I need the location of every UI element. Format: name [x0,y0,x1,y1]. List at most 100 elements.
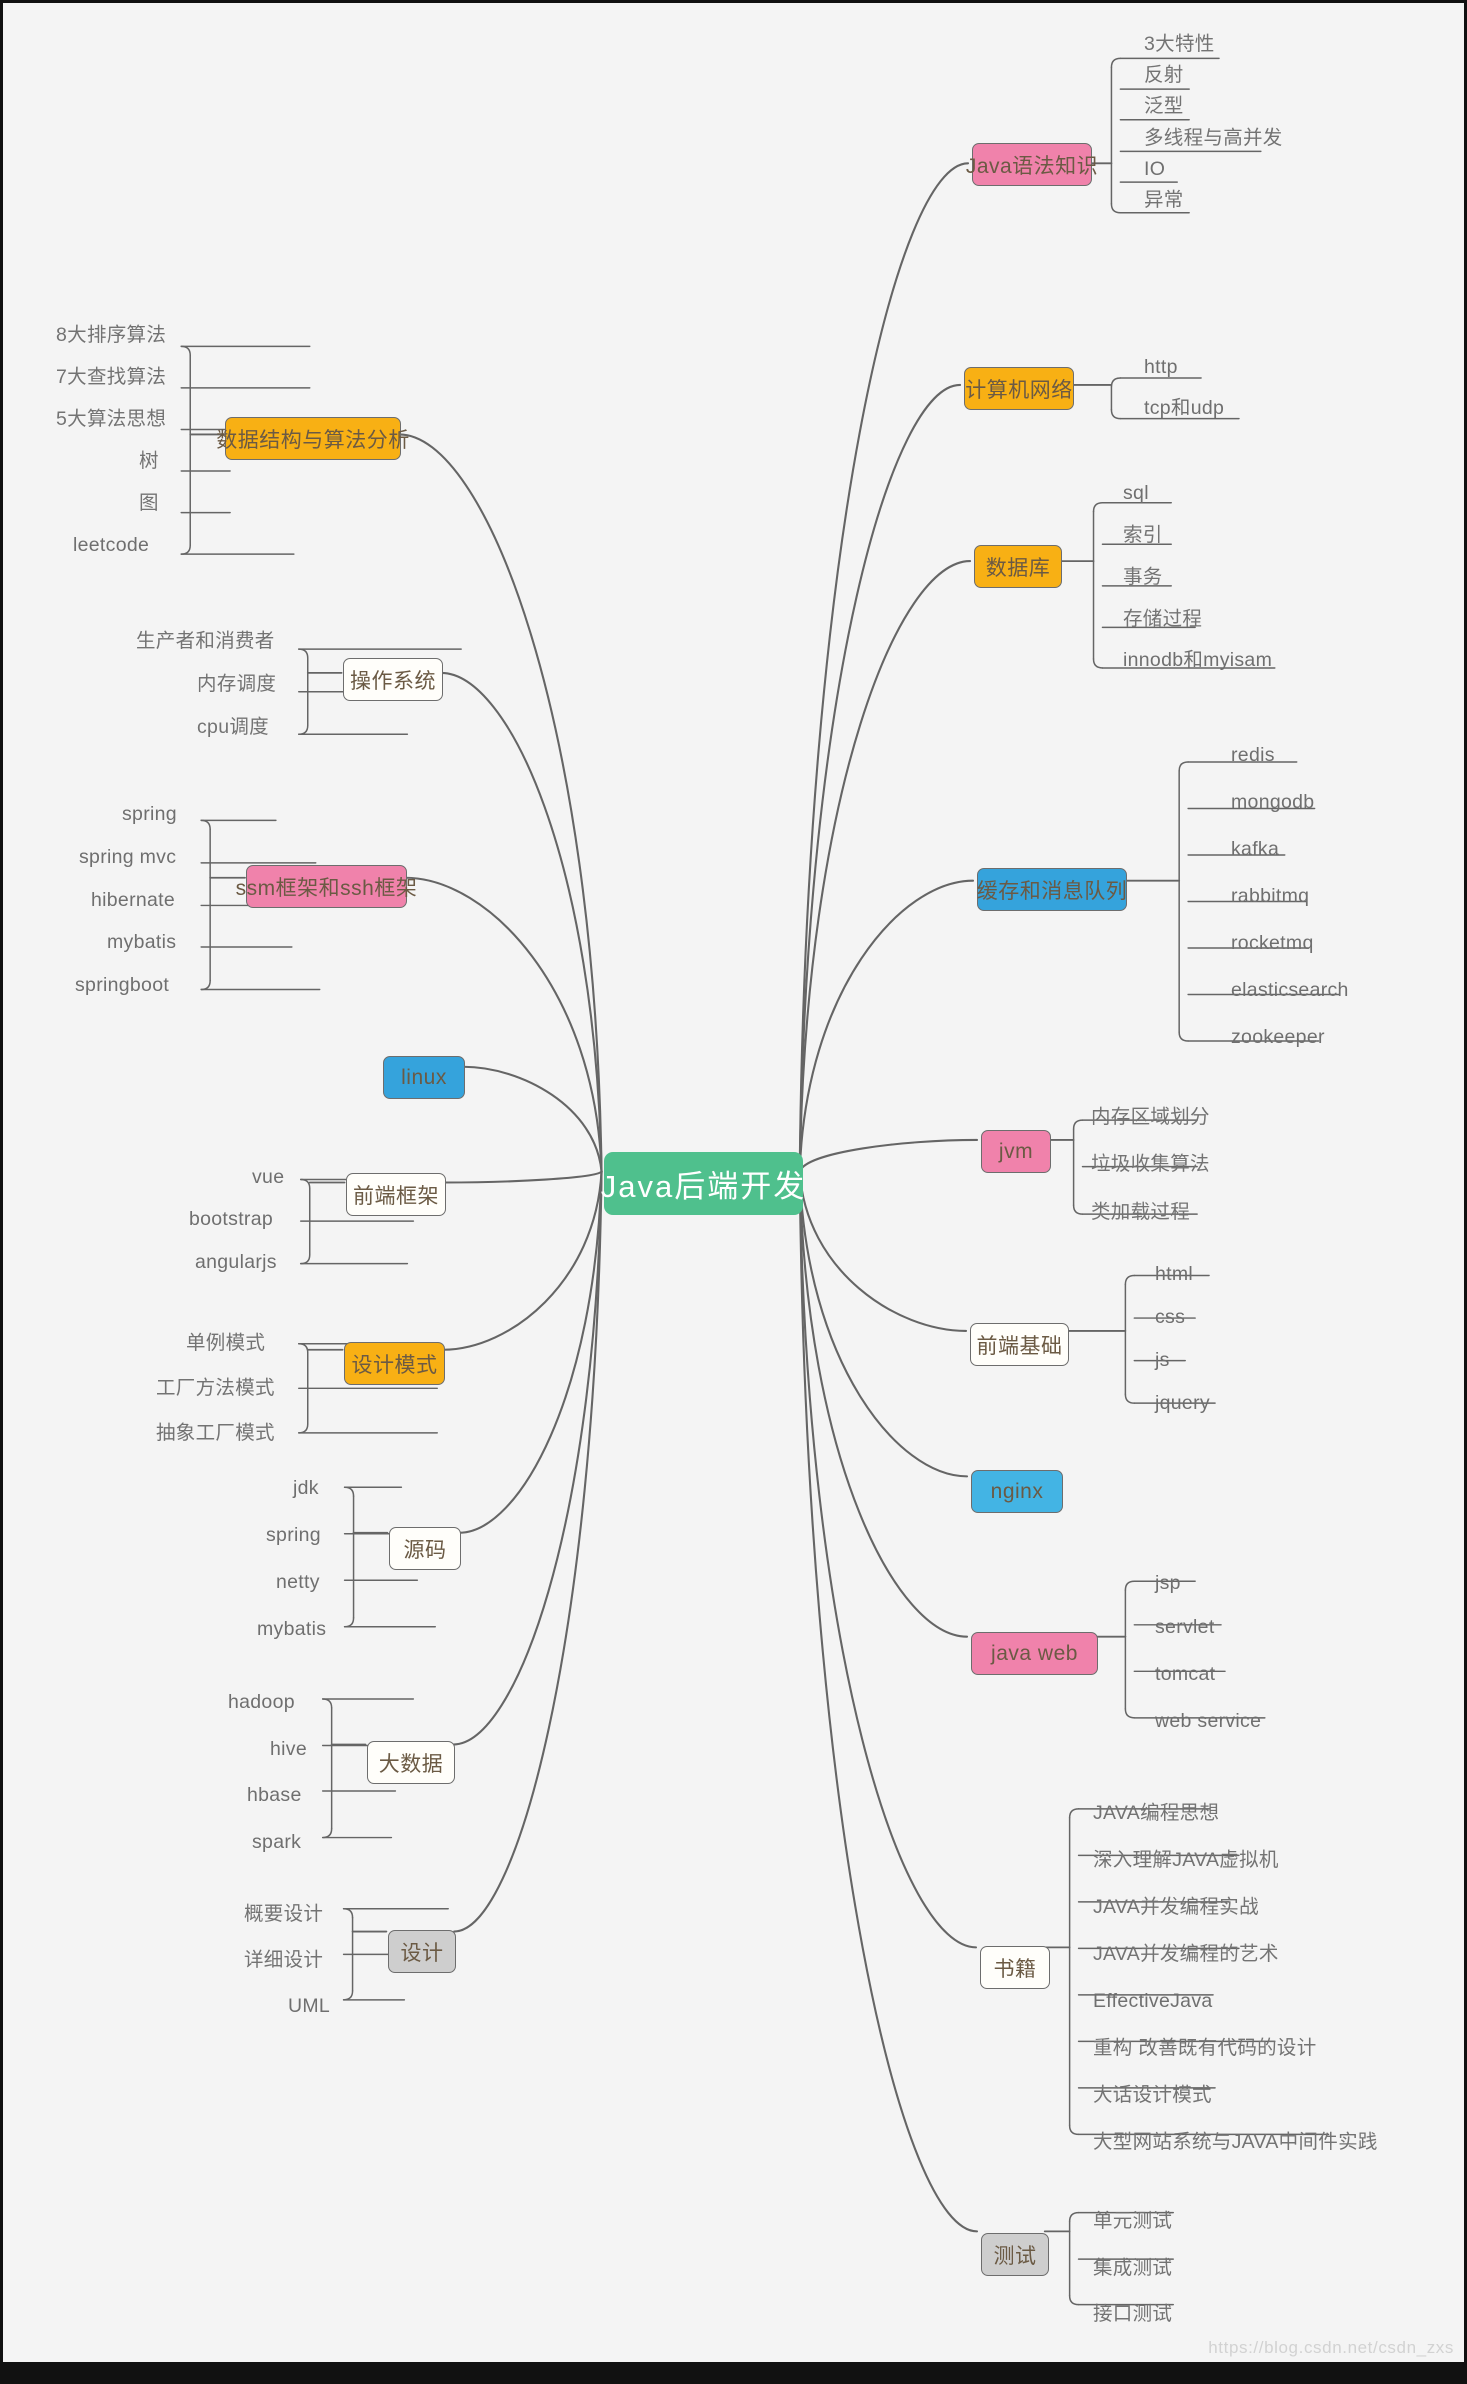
leaf-design-1[interactable]: 详细设计 [244,1950,323,1971]
leaf-operating-system-2[interactable]: cpu调度 [197,717,269,738]
leaf-operating-system-0[interactable]: 生产者和消费者 [136,631,275,652]
branch-node-testing[interactable]: 测试 [981,2233,1049,2276]
branch-node-design-patterns[interactable]: 设计模式 [344,1342,445,1385]
branch-node-source-code[interactable]: 源码 [389,1527,461,1570]
leaf-books-7[interactable]: 大型网站系统与JAVA中间件实践 [1093,2132,1378,2153]
leaf-frontend-basics-1[interactable]: css [1155,1307,1185,1328]
leaf-design-2[interactable]: UML [288,1996,330,2017]
leaf-books-4[interactable]: EffectiveJava [1093,1991,1213,2012]
leaf-jvm-0[interactable]: 内存区域划分 [1091,1107,1210,1128]
leaf-books-2[interactable]: JAVA并发编程实战 [1093,1897,1259,1918]
leaf-cache-mq-2[interactable]: kafka [1231,839,1279,860]
leaf-ssm-ssh-4[interactable]: springboot [75,975,169,996]
leaf-computer-network-0[interactable]: http [1144,357,1178,378]
leaf-design-0[interactable]: 概要设计 [244,1904,323,1925]
leaf-java-syntax-5[interactable]: 异常 [1144,190,1184,211]
branch-node-nginx[interactable]: nginx [971,1470,1063,1513]
root-node[interactable]: Java后端开发 [601,1152,804,1215]
leaf-jvm-1[interactable]: 垃圾收集算法 [1091,1154,1210,1175]
leaf-computer-network-1[interactable]: tcp和udp [1144,398,1224,419]
branch-label: 数据库 [985,556,1051,580]
watermark-text: https://blog.csdn.net/csdn_zxs [1208,2338,1454,2357]
leaf-data-structure-3[interactable]: 树 [139,451,159,472]
leaf-testing-2[interactable]: 接口测试 [1093,2304,1172,2325]
leaf-books-0[interactable]: JAVA编程思想 [1093,1803,1219,1824]
branch-label: 操作系统 [350,669,436,693]
branch-node-database[interactable]: 数据库 [974,545,1062,588]
leaf-ssm-ssh-2[interactable]: hibernate [91,890,175,911]
leaf-cache-mq-3[interactable]: rabbitmq [1231,886,1309,907]
leaf-data-structure-1[interactable]: 7大查找算法 [56,367,166,388]
leaf-source-code-2[interactable]: netty [276,1572,320,1593]
leaf-source-code-1[interactable]: spring [266,1525,321,1546]
leaf-books-5[interactable]: 重构 改善既有代码的设计 [1093,2038,1317,2059]
leaf-jvm-2[interactable]: 类加载过程 [1091,1202,1190,1223]
branch-node-computer-network[interactable]: 计算机网络 [964,367,1074,410]
leaf-data-structure-5[interactable]: leetcode [73,535,149,556]
leaf-data-structure-4[interactable]: 图 [139,493,159,514]
leaf-frontend-basics-0[interactable]: html [1155,1264,1193,1285]
leaf-testing-1[interactable]: 集成测试 [1093,2258,1172,2279]
leaf-design-patterns-0[interactable]: 单例模式 [186,1333,265,1354]
leaf-design-patterns-1[interactable]: 工厂方法模式 [156,1378,275,1399]
branch-node-cache-mq[interactable]: 缓存和消息队列 [977,868,1127,911]
leaf-big-data-3[interactable]: spark [252,1832,301,1853]
leaf-java-web-0[interactable]: jsp [1155,1573,1181,1594]
branch-label: 数据结构与算法分析 [216,428,410,452]
leaf-java-syntax-4[interactable]: IO [1144,159,1165,180]
leaf-cache-mq-1[interactable]: mongodb [1231,792,1314,813]
leaf-frontend-framework-1[interactable]: bootstrap [189,1209,273,1230]
leaf-database-2[interactable]: 事务 [1123,567,1163,588]
branch-node-java-web[interactable]: java web [971,1632,1098,1675]
leaf-ssm-ssh-1[interactable]: spring mvc [79,847,176,868]
branch-node-jvm[interactable]: jvm [981,1130,1051,1173]
leaf-database-4[interactable]: innodb和myisam [1123,650,1272,671]
leaf-java-web-2[interactable]: tomcat [1155,1664,1215,1685]
leaf-frontend-basics-2[interactable]: js [1155,1350,1170,1371]
leaf-big-data-0[interactable]: hadoop [228,1692,295,1713]
leaf-java-web-1[interactable]: servlet [1155,1617,1215,1638]
branch-node-linux[interactable]: linux [383,1056,465,1099]
leaf-big-data-2[interactable]: hbase [247,1785,302,1806]
branch-node-books[interactable]: 书籍 [980,1946,1050,1989]
leaf-ssm-ssh-0[interactable]: spring [122,804,177,825]
leaf-cache-mq-6[interactable]: zookeeper [1231,1027,1325,1048]
leaf-frontend-framework-0[interactable]: vue [252,1167,284,1188]
leaf-design-patterns-2[interactable]: 抽象工厂模式 [156,1423,275,1444]
leaf-big-data-1[interactable]: hive [270,1739,307,1760]
branch-node-frontend-basics[interactable]: 前端基础 [970,1323,1069,1366]
branch-label: 前端框架 [353,1184,439,1208]
leaf-source-code-3[interactable]: mybatis [257,1619,326,1640]
leaf-frontend-framework-2[interactable]: angularjs [195,1252,277,1273]
branch-node-big-data[interactable]: 大数据 [367,1741,455,1784]
leaf-data-structure-2[interactable]: 5大算法思想 [56,409,166,430]
branch-node-java-syntax[interactable]: Java语法知识 [966,143,1098,186]
leaf-database-3[interactable]: 存储过程 [1123,609,1202,630]
branch-label: 前端基础 [976,1334,1063,1358]
leaf-source-code-0[interactable]: jdk [293,1478,319,1499]
leaf-java-web-3[interactable]: web service [1155,1711,1261,1732]
leaf-cache-mq-5[interactable]: elasticsearch [1231,980,1349,1001]
leaf-frontend-basics-3[interactable]: jquery [1155,1393,1210,1414]
leaf-books-1[interactable]: 深入理解JAVA虚拟机 [1093,1850,1279,1871]
leaf-operating-system-1[interactable]: 内存调度 [197,674,276,695]
branch-node-frontend-framework[interactable]: 前端框架 [346,1173,446,1216]
leaf-books-6[interactable]: 大话设计模式 [1093,2085,1212,2106]
leaf-database-0[interactable]: sql [1123,483,1149,504]
leaf-database-1[interactable]: 索引 [1123,525,1163,546]
leaf-books-3[interactable]: JAVA并发编程的艺术 [1093,1944,1279,1965]
branch-label: nginx [990,1479,1044,1503]
leaf-ssm-ssh-3[interactable]: mybatis [107,932,176,953]
branch-node-operating-system[interactable]: 操作系统 [343,658,443,701]
leaf-java-syntax-0[interactable]: 3大特性 [1144,34,1215,55]
branch-node-design[interactable]: 设计 [388,1930,456,1973]
leaf-testing-0[interactable]: 单元测试 [1093,2211,1172,2232]
leaf-java-syntax-3[interactable]: 多线程与高并发 [1144,128,1283,149]
branch-node-data-structure[interactable]: 数据结构与算法分析 [216,417,409,460]
leaf-cache-mq-0[interactable]: redis [1231,745,1275,766]
leaf-data-structure-0[interactable]: 8大排序算法 [56,325,166,346]
branch-node-ssm-ssh[interactable]: ssm框架和ssh框架 [236,865,417,908]
leaf-java-syntax-2[interactable]: 泛型 [1144,96,1184,117]
leaf-cache-mq-4[interactable]: rocketmq [1231,933,1314,954]
leaf-java-syntax-1[interactable]: 反射 [1144,65,1184,86]
